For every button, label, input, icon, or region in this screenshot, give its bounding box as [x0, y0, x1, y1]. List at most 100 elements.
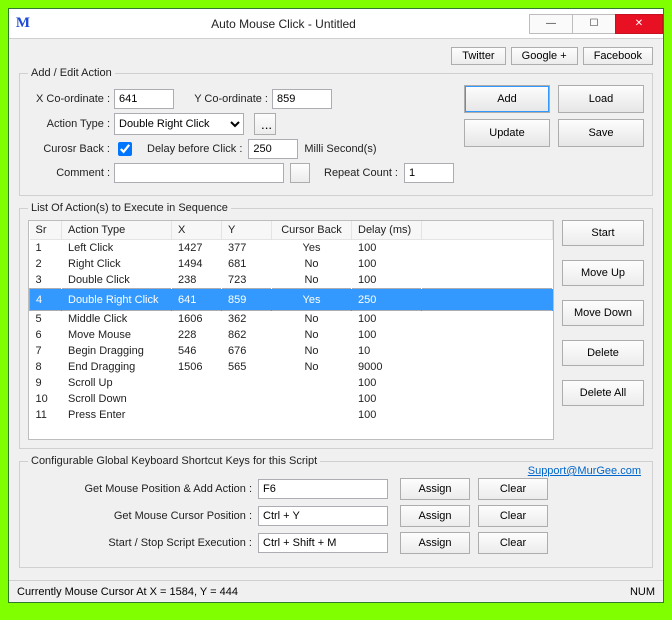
delay-input[interactable] [248, 139, 298, 159]
comment-label: Comment : [28, 167, 114, 179]
delete-all-button[interactable]: Delete All [562, 380, 644, 406]
cell-type: Middle Click [62, 311, 172, 328]
cell-x: 1606 [172, 311, 222, 328]
col-delay[interactable]: Delay (ms) [352, 221, 422, 240]
cell-cb: No [272, 256, 352, 272]
cell-sr: 6 [30, 327, 62, 343]
twitter-button[interactable]: Twitter [451, 47, 505, 65]
cell-y: 377 [222, 240, 272, 257]
delay-unit-label: Milli Second(s) [304, 143, 376, 155]
cell-sr: 11 [30, 407, 62, 423]
hotkey-label-1: Get Mouse Cursor Position : [28, 510, 258, 522]
cell-type: Move Mouse [62, 327, 172, 343]
cell-cb [272, 375, 352, 391]
update-button[interactable]: Update [464, 119, 550, 147]
table-row[interactable]: 3Double Click238723No100 [30, 272, 553, 289]
col-x[interactable]: X [172, 221, 222, 240]
cell-x [172, 407, 222, 423]
list-group: List Of Action(s) to Execute in Sequence… [19, 202, 653, 449]
comment-input[interactable] [114, 163, 284, 183]
cell-delay: 100 [352, 240, 422, 257]
save-button[interactable]: Save [558, 119, 644, 147]
add-button[interactable]: Add [464, 85, 550, 113]
cell-cb: No [272, 343, 352, 359]
table-row[interactable]: 5Middle Click1606362No100 [30, 311, 553, 328]
move-down-button[interactable]: Move Down [562, 300, 644, 326]
action-type-label: Action Type : [28, 118, 114, 130]
cell-x [172, 391, 222, 407]
hotkey-input-2[interactable] [258, 533, 388, 553]
google-button[interactable]: Google + [511, 47, 578, 65]
y-coord-input[interactable] [272, 89, 332, 109]
repeat-input[interactable] [404, 163, 454, 183]
action-type-select[interactable]: Double Right Click [114, 113, 244, 135]
table-row[interactable]: 7Begin Dragging546676No10 [30, 343, 553, 359]
cell-y: 723 [222, 272, 272, 289]
repeat-label: Repeat Count : [324, 167, 398, 179]
cell-sr: 1 [30, 240, 62, 257]
table-row[interactable]: 8End Dragging1506565No9000 [30, 359, 553, 375]
cell-sr: 4 [30, 289, 62, 311]
facebook-button[interactable]: Facebook [583, 47, 653, 65]
assign-button-0[interactable]: Assign [400, 478, 470, 500]
cell-sr: 9 [30, 375, 62, 391]
hotkey-input-1[interactable] [258, 506, 388, 526]
clear-button-1[interactable]: Clear [478, 505, 548, 527]
cell-delay: 100 [352, 407, 422, 423]
table-row[interactable]: 9Scroll Up 100 [30, 375, 553, 391]
cursor-back-label: Curosr Back : [28, 143, 114, 155]
clear-button-2[interactable]: Clear [478, 532, 548, 554]
cursor-back-checkbox[interactable] [118, 142, 132, 156]
table-row[interactable]: 4Double Right Click641859Yes250 [30, 289, 553, 311]
support-link[interactable]: Support@MurGee.com [525, 465, 644, 477]
clear-button-0[interactable]: Clear [478, 478, 548, 500]
app-window: M Auto Mouse Click - Untitled — ☐ ✕ Twit… [8, 8, 664, 603]
start-button[interactable]: Start [562, 220, 644, 246]
table-row[interactable]: 2Right Click1494681No100 [30, 256, 553, 272]
cell-cb: No [272, 327, 352, 343]
table-row[interactable]: 11Press Enter 100 [30, 407, 553, 423]
cell-cb [272, 391, 352, 407]
load-button[interactable]: Load [558, 85, 644, 113]
x-coord-input[interactable] [114, 89, 174, 109]
cell-sr: 3 [30, 272, 62, 289]
col-type[interactable]: Action Type [62, 221, 172, 240]
action-list[interactable]: Sr Action Type X Y Cursor Back Delay (ms… [28, 220, 554, 440]
comment-picker-button[interactable] [290, 163, 310, 183]
hotkey-label-2: Start / Stop Script Execution : [28, 537, 258, 549]
minimize-button[interactable]: — [529, 14, 573, 34]
cell-y: 362 [222, 311, 272, 328]
cell-sr: 10 [30, 391, 62, 407]
table-header-row[interactable]: Sr Action Type X Y Cursor Back Delay (ms… [30, 221, 553, 240]
assign-button-1[interactable]: Assign [400, 505, 470, 527]
cell-y [222, 391, 272, 407]
cell-y: 859 [222, 289, 272, 311]
browse-button[interactable]: ... [254, 113, 276, 135]
table-row[interactable]: 10Scroll Down100 [30, 391, 553, 407]
cell-type: Scroll Up [62, 375, 172, 391]
titlebar[interactable]: M Auto Mouse Click - Untitled — ☐ ✕ [9, 9, 663, 39]
delete-button[interactable]: Delete [562, 340, 644, 366]
maximize-button[interactable]: ☐ [572, 14, 616, 34]
cell-cb: Yes [272, 289, 352, 311]
hotkey-input-0[interactable] [258, 479, 388, 499]
table-row[interactable]: 1Left Click1427377Yes100 [30, 240, 553, 257]
col-sr[interactable]: Sr [30, 221, 62, 240]
col-cursor-back[interactable]: Cursor Back [272, 221, 352, 240]
cell-y: 862 [222, 327, 272, 343]
status-bar: Currently Mouse Cursor At X = 1584, Y = … [9, 580, 663, 602]
cell-delay: 100 [352, 272, 422, 289]
cell-cb: Yes [272, 240, 352, 257]
cell-delay: 100 [352, 327, 422, 343]
table-row[interactable]: 6Move Mouse228862No100 [30, 327, 553, 343]
cell-type: Double Click [62, 272, 172, 289]
y-coord-label: Y Co-ordinate : [186, 93, 272, 105]
assign-button-2[interactable]: Assign [400, 532, 470, 554]
cell-delay: 100 [352, 375, 422, 391]
cell-type: Press Enter [62, 407, 172, 423]
cell-type: Left Click [62, 240, 172, 257]
move-up-button[interactable]: Move Up [562, 260, 644, 286]
cell-cb: No [272, 272, 352, 289]
close-button[interactable]: ✕ [615, 14, 663, 34]
col-y[interactable]: Y [222, 221, 272, 240]
